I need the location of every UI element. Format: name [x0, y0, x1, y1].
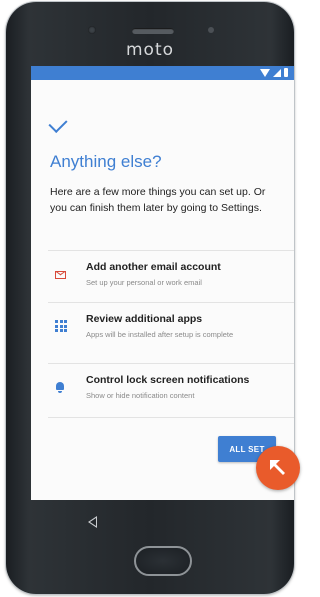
option-title: Control lock screen notifications	[86, 374, 250, 386]
option-lock-screen-notifications[interactable]: Control lock screen notifications Show o…	[48, 363, 294, 412]
home-button[interactable]	[134, 546, 192, 576]
signal-icon	[273, 68, 281, 77]
phone-top-bezel: moto	[6, 2, 294, 64]
gmail-icon	[55, 271, 66, 279]
front-camera	[88, 26, 96, 34]
checkmark-icon	[48, 113, 68, 134]
option-subtitle: Show or hide notification content	[86, 391, 195, 400]
wifi-icon	[260, 68, 270, 77]
option-title: Review additional apps	[86, 313, 203, 325]
option-add-email-account[interactable]: Add another email account Set up your pe…	[48, 250, 294, 299]
brand-logo: moto	[125, 40, 175, 60]
apps-grid-icon	[55, 320, 67, 332]
intro-text: Here are a few more things you can set u…	[50, 186, 266, 214]
back-nav-icon[interactable]	[88, 516, 97, 528]
option-title: Add another email account	[86, 261, 221, 273]
option-subtitle: Apps will be installed after setup is co…	[86, 330, 234, 339]
option-subtitle: Set up your personal or work email	[86, 278, 202, 287]
phone-screen: Anything else? Here are a few more thing…	[31, 66, 294, 500]
status-bar	[31, 66, 294, 80]
phone-frame: moto Anything else? Here are a few more …	[6, 2, 294, 594]
bell-icon	[56, 382, 64, 393]
earpiece-speaker	[132, 28, 174, 34]
divider	[48, 417, 294, 418]
page-title: Anything else?	[50, 152, 162, 171]
pointer-arrow-badge	[256, 446, 300, 490]
option-review-apps[interactable]: Review additional apps Apps will be inst…	[48, 302, 294, 351]
battery-icon	[284, 68, 288, 77]
proximity-sensor	[208, 27, 214, 33]
status-icons	[260, 68, 288, 77]
arrow-up-left-icon	[270, 460, 285, 475]
